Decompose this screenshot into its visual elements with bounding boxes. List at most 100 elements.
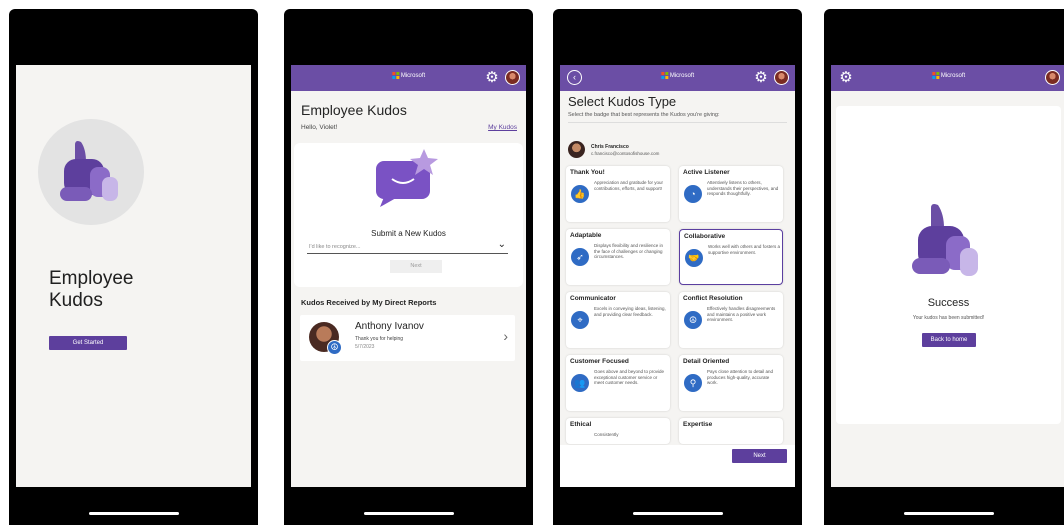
kudos-type-title: Adaptable bbox=[570, 232, 602, 239]
kudos-type-title: Expertise bbox=[683, 421, 713, 428]
report-date: 5/7/2023 bbox=[355, 344, 375, 350]
thumbs-up-illustration bbox=[60, 141, 118, 201]
kudos-type-desc: Pays close attention to detail and produ… bbox=[707, 369, 774, 385]
phone-select-type: ‹ Microsoft ⚙ Select Kudos Type Select t… bbox=[553, 9, 802, 525]
kudos-type-title: Customer Focused bbox=[570, 358, 629, 365]
handshake-icon: 🤝 bbox=[685, 249, 703, 267]
magnifier-icon: ⚲ bbox=[684, 374, 702, 392]
kudos-type-desc: Attentively listens to others, understan… bbox=[707, 180, 779, 196]
kudos-type-desc: Appreciation and gratitude for your cont… bbox=[594, 180, 664, 191]
submit-kudos-title: Submit a New Kudos bbox=[371, 229, 446, 238]
recipient-name: Chris Francisco bbox=[591, 144, 629, 150]
user-avatar[interactable] bbox=[1045, 70, 1060, 85]
report-name: Anthony Ivanov bbox=[355, 321, 424, 332]
welcome-title: Employee Kudos bbox=[49, 268, 134, 312]
kudos-chat-illustration bbox=[376, 149, 438, 207]
success-message: Your kudos has been submitted! bbox=[912, 315, 985, 321]
success-card: Success Your kudos has been submitted! B… bbox=[836, 106, 1061, 424]
runner-icon: ➶ bbox=[571, 248, 589, 266]
kudos-type-desc: Works well with others and fosters a sup… bbox=[708, 244, 780, 255]
home-screen: Microsoft ⚙ Employee Kudos Hello, Violet… bbox=[291, 65, 526, 487]
peace-icon: ☮ bbox=[684, 311, 702, 329]
success-title: Success bbox=[927, 297, 970, 309]
title-line-2: Kudos bbox=[49, 290, 103, 311]
app-header: ⚙ Microsoft bbox=[831, 65, 1064, 91]
settings-gear-icon[interactable]: ⚙ bbox=[753, 70, 769, 86]
thumbs-up-illustration bbox=[912, 204, 978, 276]
kudos-type-card[interactable]: Customer Focused 👥 Goes above and beyond t… bbox=[566, 355, 670, 411]
peace-badge-icon: ☮ bbox=[327, 340, 342, 355]
divider bbox=[568, 122, 787, 123]
user-avatar[interactable] bbox=[774, 70, 789, 85]
greeting: Hello, Violet! bbox=[301, 124, 338, 131]
my-kudos-link[interactable]: My Kudos bbox=[488, 124, 517, 131]
microsoft-squares-icon bbox=[391, 72, 399, 79]
thumbs-up-icon: 👍 bbox=[571, 185, 589, 203]
kudos-type-card-selected[interactable]: Collaborative 🤝 Works well with others and… bbox=[679, 229, 783, 285]
kudos-type-desc: Effectively handles disagreements and ma… bbox=[707, 306, 776, 322]
people-icon: 👥 bbox=[571, 374, 589, 392]
brand-text: Microsoft bbox=[940, 72, 966, 79]
microsoft-logo: Microsoft bbox=[660, 72, 695, 79]
received-kudos-item[interactable]: ☮ Anthony Ivanov Thank you for helping 5… bbox=[300, 315, 515, 361]
report-message: Thank you for helping bbox=[355, 336, 404, 342]
kudos-type-card[interactable]: Detail Oriented ⚲ Pays close attention to … bbox=[679, 355, 783, 411]
back-arrow-icon[interactable]: ‹ bbox=[567, 70, 582, 85]
select-type-screen: ‹ Microsoft ⚙ Select Kudos Type Select t… bbox=[560, 65, 795, 487]
microsoft-logo: Microsoft bbox=[391, 72, 425, 79]
phone-welcome: Employee Kudos Get Started bbox=[9, 9, 258, 525]
broadcast-icon: ⌖ bbox=[571, 311, 589, 329]
kudos-type-title: Conflict Resolution bbox=[683, 295, 743, 302]
app-header: Microsoft ⚙ bbox=[291, 65, 526, 91]
success-screen: ⚙ Microsoft Success Your kudos has been … bbox=[831, 65, 1064, 487]
recipient-avatar bbox=[568, 141, 585, 158]
kudos-type-title: Ethical bbox=[570, 421, 592, 428]
recipient-dropdown[interactable]: I'd like to recognize... ⌄ bbox=[307, 239, 508, 254]
kudos-type-card[interactable]: Conflict Resolution ☮ Effectively handles … bbox=[679, 292, 783, 348]
app-header: ‹ Microsoft ⚙ bbox=[560, 65, 795, 91]
home-indicator bbox=[89, 512, 179, 515]
back-to-home-button[interactable]: Back to home bbox=[922, 333, 976, 347]
get-started-button[interactable]: Get Started bbox=[49, 336, 127, 350]
kudos-type-card[interactable]: Expertise bbox=[679, 418, 783, 444]
home-indicator bbox=[904, 512, 994, 515]
microsoft-squares-icon bbox=[660, 72, 668, 79]
microsoft-squares-icon bbox=[931, 72, 939, 79]
kudos-type-title: Collaborative bbox=[684, 233, 726, 240]
kudos-type-card[interactable]: Ethical Consistently bbox=[566, 418, 670, 444]
page-title: Employee Kudos bbox=[301, 102, 407, 118]
kudos-type-title: Active Listener bbox=[683, 169, 730, 176]
kudos-type-desc: Displays flexibility and resilience in t… bbox=[594, 243, 664, 259]
kudos-type-title: Thank You! bbox=[570, 169, 605, 176]
home-indicator bbox=[633, 512, 723, 515]
received-heading: Kudos Received by My Direct Reports bbox=[301, 298, 437, 307]
next-button-disabled[interactable]: Next bbox=[390, 260, 442, 273]
welcome-screen: Employee Kudos Get Started bbox=[16, 65, 251, 487]
page-title: Select Kudos Type bbox=[568, 94, 677, 109]
user-avatar[interactable] bbox=[505, 70, 520, 85]
kudos-type-card[interactable]: Active Listener ◔ Attentively listens to o… bbox=[679, 166, 783, 222]
microsoft-logo: Microsoft bbox=[931, 72, 966, 79]
ear-icon: ◔ bbox=[684, 185, 702, 203]
brand-text: Microsoft bbox=[669, 72, 695, 79]
kudos-type-title: Detail Oriented bbox=[683, 358, 730, 365]
kudos-type-card[interactable]: Thank You! 👍 Appreciation and gratitude fo… bbox=[566, 166, 670, 222]
home-indicator bbox=[364, 512, 454, 515]
chevron-down-icon: ⌄ bbox=[497, 239, 506, 250]
kudos-type-desc: Consistently bbox=[594, 432, 619, 437]
next-button[interactable]: Next bbox=[732, 449, 787, 463]
title-line-1: Employee bbox=[49, 268, 134, 289]
kudos-type-desc: Excels in conveying ideas, listening, an… bbox=[594, 306, 666, 317]
submit-kudos-card: Submit a New Kudos I'd like to recognize… bbox=[294, 143, 523, 287]
page-subtitle: Select the badge that best represents th… bbox=[568, 112, 720, 118]
kudos-type-card[interactable]: Communicator ⌖ Excels in conveying ideas, … bbox=[566, 292, 670, 348]
phone-home: Microsoft ⚙ Employee Kudos Hello, Violet… bbox=[284, 9, 533, 525]
kudos-type-title: Communicator bbox=[570, 295, 616, 302]
settings-gear-icon[interactable]: ⚙ bbox=[484, 70, 500, 86]
kudos-type-desc: Goes above and beyond to provide excepti… bbox=[594, 369, 665, 385]
recipient-placeholder: I'd like to recognize... bbox=[309, 244, 361, 250]
settings-gear-icon[interactable]: ⚙ bbox=[838, 70, 854, 86]
kudos-type-card[interactable]: Adaptable ➶ Displays flexibility and resil… bbox=[566, 229, 670, 285]
recipient-email: c.francisco@contosofishouse.com bbox=[591, 151, 660, 156]
phone-success: ⚙ Microsoft Success Your kudos has been … bbox=[824, 9, 1064, 525]
